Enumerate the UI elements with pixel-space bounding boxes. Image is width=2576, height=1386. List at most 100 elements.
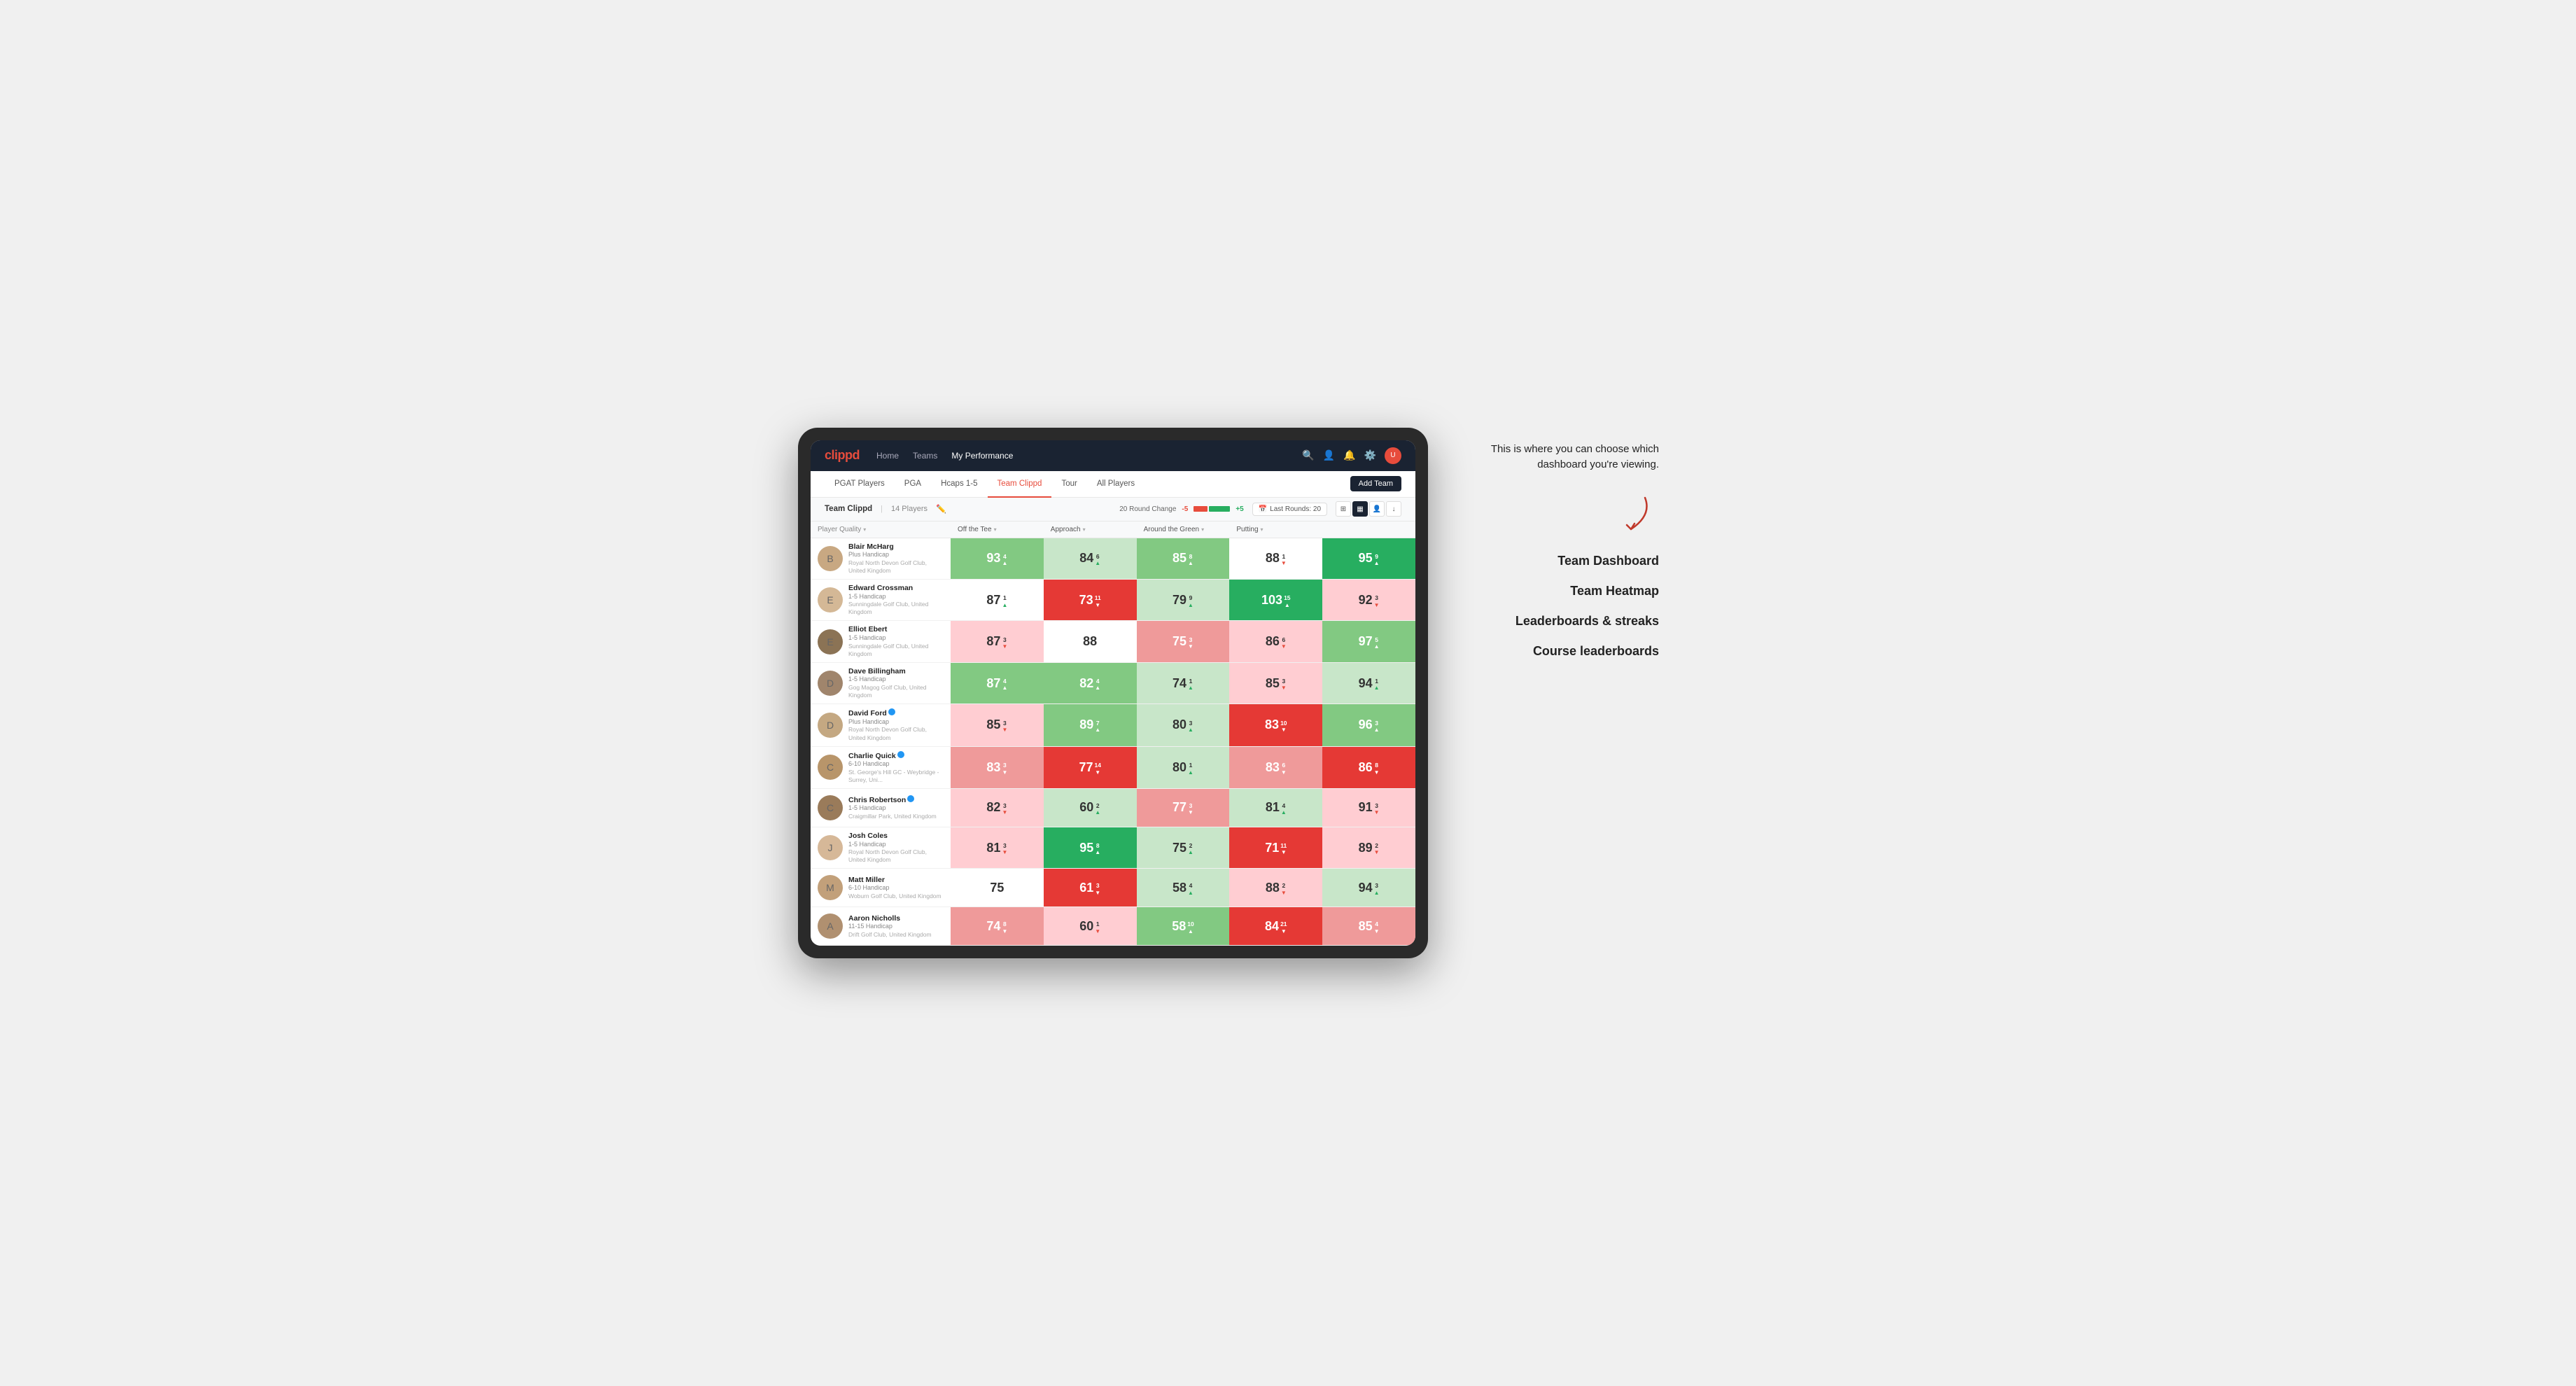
nav-icons: 🔍 👤 🔔 ⚙️ U <box>1302 447 1401 464</box>
col-player-quality[interactable]: Player Quality ▾ <box>811 522 951 538</box>
table-row: DDave Billingham1-5 HandicapGog Magog Go… <box>811 663 1415 704</box>
player-handicap: 1-5 Handicap <box>848 804 937 813</box>
col-approach[interactable]: Approach ▾ <box>1044 522 1137 538</box>
stat-cell: 866▼ <box>1229 621 1322 662</box>
download-button[interactable]: ↓ <box>1386 501 1401 517</box>
stat-value: 73 <box>1079 593 1093 608</box>
col-around-green[interactable]: Around the Green ▾ <box>1137 522 1230 538</box>
stat-change: 4▲ <box>1002 553 1007 567</box>
settings-icon[interactable]: ⚙️ <box>1364 449 1376 461</box>
table-row: CChris Robertson1-5 HandicapCraigmillar … <box>811 789 1415 827</box>
stat-value: 77 <box>1172 800 1186 815</box>
col-putting[interactable]: Putting ▾ <box>1229 522 1322 538</box>
tab-hcaps[interactable]: Hcaps 1-5 <box>931 471 987 498</box>
stat-value: 92 <box>1359 593 1373 608</box>
stat-value: 79 <box>1172 593 1186 608</box>
stat-cell: 854▼ <box>1322 907 1415 945</box>
annotation-panel: This is where you can choose which dashb… <box>1470 428 1666 659</box>
player-cell[interactable]: DDavid FordPlus HandicapRoyal North Devo… <box>811 704 951 746</box>
sort-arrow: ▾ <box>1083 526 1086 533</box>
annotation-arrow-area <box>1470 494 1666 540</box>
stat-cell: 923▼ <box>1322 580 1415 620</box>
stat-cell: 975▲ <box>1322 621 1415 662</box>
heatmap-view-button[interactable]: ▦ <box>1352 501 1368 517</box>
player-cell[interactable]: JJosh Coles1-5 HandicapRoyal North Devon… <box>811 827 951 868</box>
player-club: Royal North Devon Golf Club, United King… <box>848 559 944 575</box>
stat-change: 1▲ <box>1002 594 1007 608</box>
player-cell[interactable]: BBlair McHargPlus HandicapRoyal North De… <box>811 538 951 579</box>
stat-change: 5▲ <box>1374 636 1380 650</box>
bell-icon[interactable]: 🔔 <box>1343 449 1355 461</box>
sub-nav-tabs: PGAT Players PGA Hcaps 1-5 Team Clippd T… <box>825 471 1350 497</box>
search-icon[interactable]: 🔍 <box>1302 449 1314 461</box>
stat-cell: 853▼ <box>951 704 1044 746</box>
player-cell[interactable]: EElliot Ebert1-5 HandicapSunningdale Gol… <box>811 621 951 662</box>
annotation-item: Team Heatmap <box>1470 584 1659 598</box>
stat-cell: 959▲ <box>1322 538 1415 579</box>
add-team-button[interactable]: Add Team <box>1350 476 1401 491</box>
stat-change: 3▼ <box>1281 678 1287 692</box>
nav-link-home[interactable]: Home <box>876 451 899 461</box>
grid-view-button[interactable]: ⊞ <box>1336 501 1351 517</box>
table-row: BBlair McHargPlus HandicapRoyal North De… <box>811 538 1415 580</box>
stat-change: 10▲ <box>1187 920 1194 934</box>
player-avatar: D <box>818 713 843 738</box>
tab-pgat-players[interactable]: PGAT Players <box>825 471 895 498</box>
annotation-item: Team Dashboard <box>1470 554 1659 568</box>
round-change-label: 20 Round Change <box>1119 505 1176 513</box>
user-icon[interactable]: 👤 <box>1323 449 1335 461</box>
nav-link-teams[interactable]: Teams <box>913 451 937 461</box>
player-club: Drift Golf Club, United Kingdom <box>848 931 932 939</box>
person-view-button[interactable]: 👤 <box>1369 501 1385 517</box>
player-handicap: 11-15 Handicap <box>848 923 932 931</box>
stat-value: 60 <box>1079 919 1093 934</box>
change-pos: +5 <box>1236 505 1243 513</box>
tab-all-players[interactable]: All Players <box>1087 471 1144 498</box>
nav-links: Home Teams My Performance <box>876 451 1285 461</box>
stat-cell: 823▼ <box>951 789 1044 827</box>
stat-value: 82 <box>986 800 1000 815</box>
stat-change: 1▲ <box>1188 678 1194 692</box>
avatar[interactable]: U <box>1385 447 1401 464</box>
table-header: Player Quality ▾ Off the Tee ▾ Approach … <box>811 522 1415 538</box>
stat-cell: 941▲ <box>1322 663 1415 704</box>
stat-change: 3▼ <box>1002 802 1007 816</box>
player-avatar: M <box>818 875 843 900</box>
player-handicap: Plus Handicap <box>848 551 944 559</box>
stat-value: 84 <box>1079 551 1093 566</box>
stat-value: 88 <box>1266 551 1280 566</box>
player-cell[interactable]: CCharlie Quick6-10 HandicapSt. George's … <box>811 747 951 788</box>
tab-tour[interactable]: Tour <box>1051 471 1086 498</box>
player-cell[interactable]: MMatt Miller6-10 HandicapWoburn Golf Clu… <box>811 869 951 906</box>
tab-pga[interactable]: PGA <box>895 471 931 498</box>
player-cell[interactable]: AAaron Nicholls11-15 HandicapDrift Golf … <box>811 907 951 945</box>
bar-red <box>1194 506 1208 512</box>
nav-link-my-performance[interactable]: My Performance <box>951 451 1013 461</box>
stat-value: 86 <box>1266 634 1280 649</box>
stat-change: 2▼ <box>1281 882 1287 896</box>
table-row: AAaron Nicholls11-15 HandicapDrift Golf … <box>811 907 1415 946</box>
tab-team-clippd[interactable]: Team Clippd <box>988 471 1052 498</box>
player-name: Blair McHarg <box>848 542 944 552</box>
player-cell[interactable]: EEdward Crossman1-5 HandicapSunningdale … <box>811 580 951 620</box>
stat-change: 2▲ <box>1188 842 1194 856</box>
stat-change: 1▼ <box>1281 553 1287 567</box>
stat-cell: 853▼ <box>1229 663 1322 704</box>
stat-change: 3▼ <box>1002 762 1007 776</box>
tablet-frame: clippd Home Teams My Performance 🔍 👤 🔔 ⚙… <box>798 428 1428 959</box>
stat-cell: 773▼ <box>1137 789 1230 827</box>
stat-value: 85 <box>986 718 1000 732</box>
player-club: Craigmillar Park, United Kingdom <box>848 813 937 820</box>
player-cell[interactable]: DDave Billingham1-5 HandicapGog Magog Go… <box>811 663 951 704</box>
stat-change: 3▼ <box>1095 882 1100 896</box>
stat-value: 58 <box>1172 881 1186 895</box>
last-rounds-button[interactable]: 📅 Last Rounds: 20 <box>1252 503 1327 516</box>
col-off-tee[interactable]: Off the Tee ▾ <box>951 522 1044 538</box>
stat-cell: 963▲ <box>1322 704 1415 746</box>
stat-value: 94 <box>1359 676 1373 691</box>
player-cell[interactable]: CChris Robertson1-5 HandicapCraigmillar … <box>811 789 951 827</box>
edit-icon[interactable]: ✏️ <box>936 504 946 514</box>
stat-cell: 7111▼ <box>1229 827 1322 868</box>
sort-arrow: ▾ <box>1261 526 1264 533</box>
stat-change: 10▼ <box>1280 720 1287 734</box>
